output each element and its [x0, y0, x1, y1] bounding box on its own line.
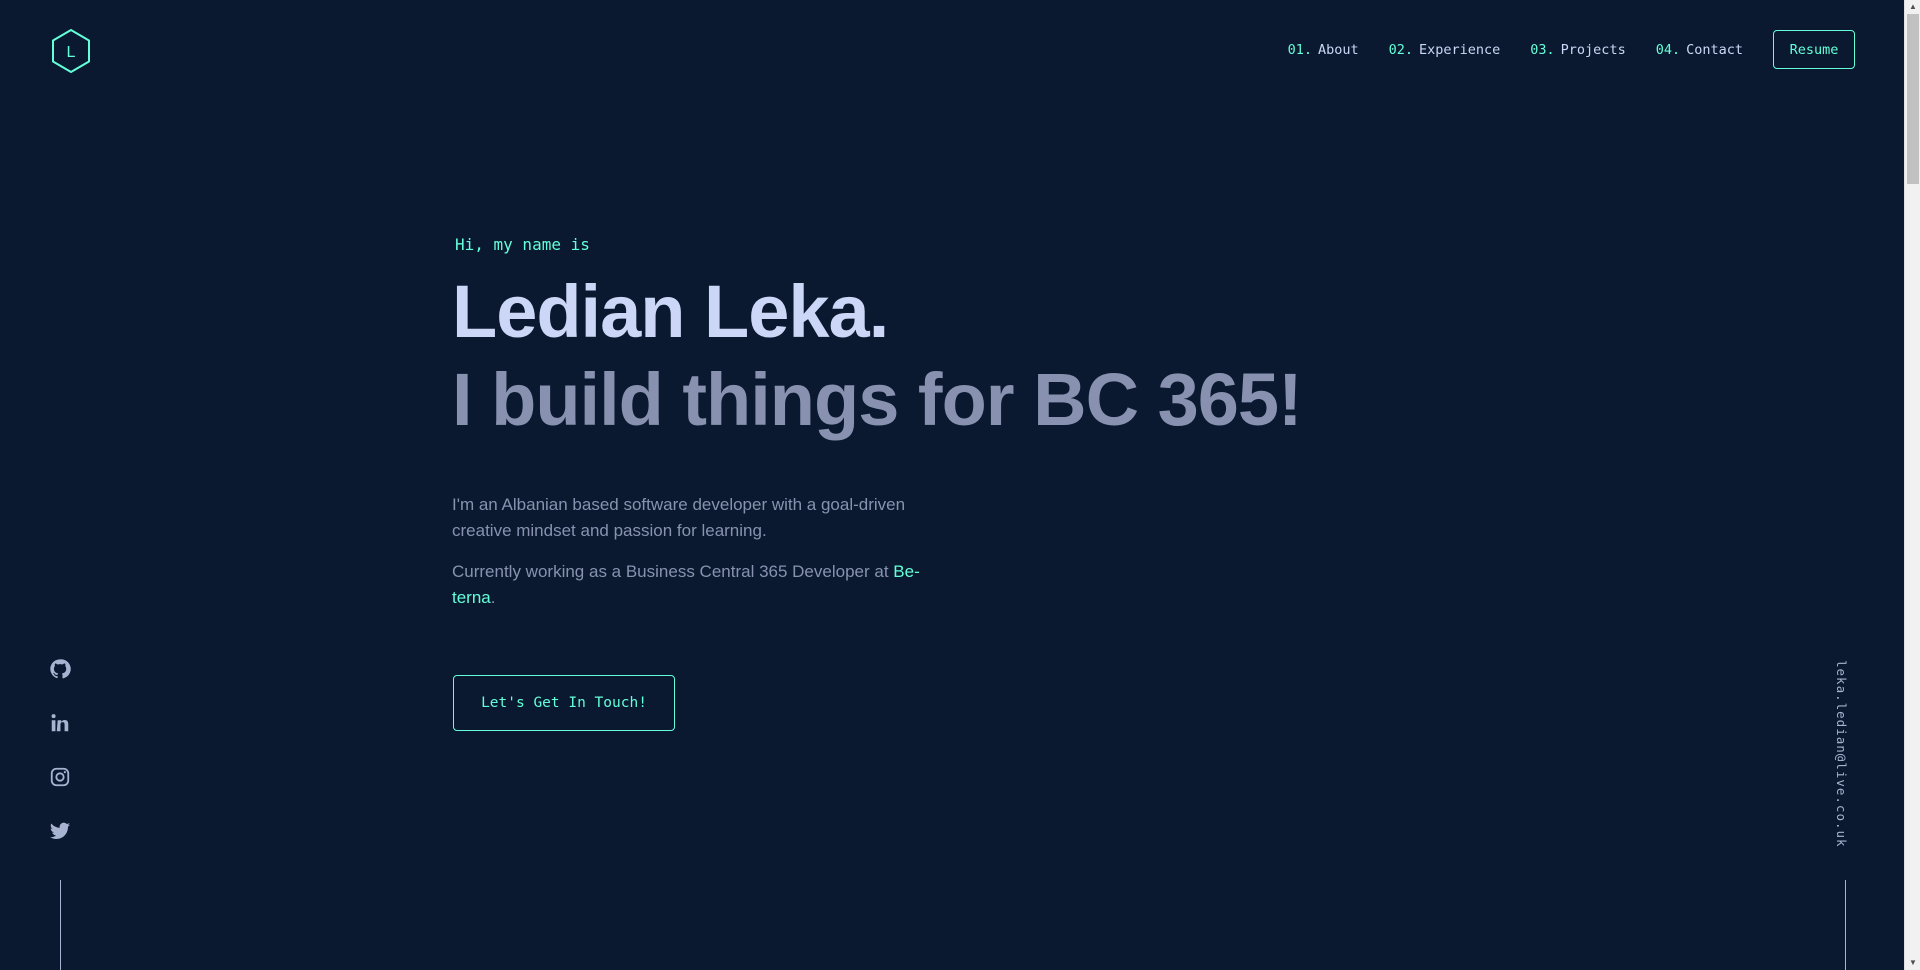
nav-item-experience[interactable]: 02. Experience [1389, 42, 1501, 58]
hero-bio: I'm an Albanian based software developer… [452, 492, 932, 611]
main-nav: 01. About 02. Experience 03. Projects 04. Co… [1288, 30, 1855, 69]
nav-label: Experience [1419, 41, 1501, 58]
hero-name: Ledian Leka. [452, 270, 889, 353]
resume-button[interactable]: Resume [1773, 30, 1855, 69]
instagram-link[interactable] [47, 766, 73, 792]
scroll-up-icon[interactable]: ▲ [1905, 0, 1920, 14]
vertical-scrollbar[interactable]: ▲ ▼ [1904, 0, 1920, 970]
bio-paragraph: I'm an Albanian based software developer… [452, 495, 906, 540]
nav-number: 04. [1655, 41, 1681, 58]
github-link[interactable] [47, 658, 73, 684]
nav-number: 02. [1388, 41, 1413, 58]
bio-paragraph-work: Currently working as a Business Central … [452, 559, 932, 611]
nav-label: About [1317, 41, 1359, 58]
twitter-link[interactable] [47, 820, 73, 846]
linkedin-link[interactable] [47, 712, 73, 738]
scroll-down-icon[interactable]: ▼ [1905, 956, 1920, 970]
nav-label: Contact [1686, 41, 1743, 58]
twitter-icon [49, 822, 71, 839]
nav-item-projects[interactable]: 03. Projects [1530, 42, 1625, 58]
get-in-touch-button[interactable]: Let's Get In Touch! [453, 675, 675, 731]
nav-number: 03. [1530, 41, 1555, 58]
social-links [47, 656, 73, 874]
logo-link[interactable]: L [50, 28, 92, 74]
page: L 01. About 02. Experience 03. Projects 04.… [0, 0, 1920, 970]
nav-item-about[interactable]: 01. About [1288, 42, 1359, 58]
nav-label: Projects [1560, 41, 1626, 58]
nav-item-contact[interactable]: 04. Contact [1656, 42, 1743, 58]
email-sidebar: leka.ledian@live.co.uk [1834, 660, 1858, 850]
instagram-icon [50, 767, 70, 787]
bio-work-text: Currently working as a Business Central … [452, 562, 889, 581]
logo-letter: L [67, 44, 76, 61]
linkedin-icon [51, 714, 69, 732]
scrollbar-thumb[interactable] [1907, 14, 1919, 184]
hero-section: Hi, my name is Ledian Leka. I build thin… [452, 235, 1352, 626]
github-icon [50, 659, 71, 679]
bio-period: . [490, 588, 496, 607]
left-divider-line [60, 880, 61, 970]
nav-number: 01. [1287, 41, 1312, 58]
greeting-text: Hi, my name is [455, 235, 590, 254]
hero-tagline: I build things for BC 365! [452, 358, 1303, 441]
email-link[interactable]: leka.ledian@live.co.uk [1834, 660, 1849, 848]
right-divider-line [1845, 880, 1846, 970]
